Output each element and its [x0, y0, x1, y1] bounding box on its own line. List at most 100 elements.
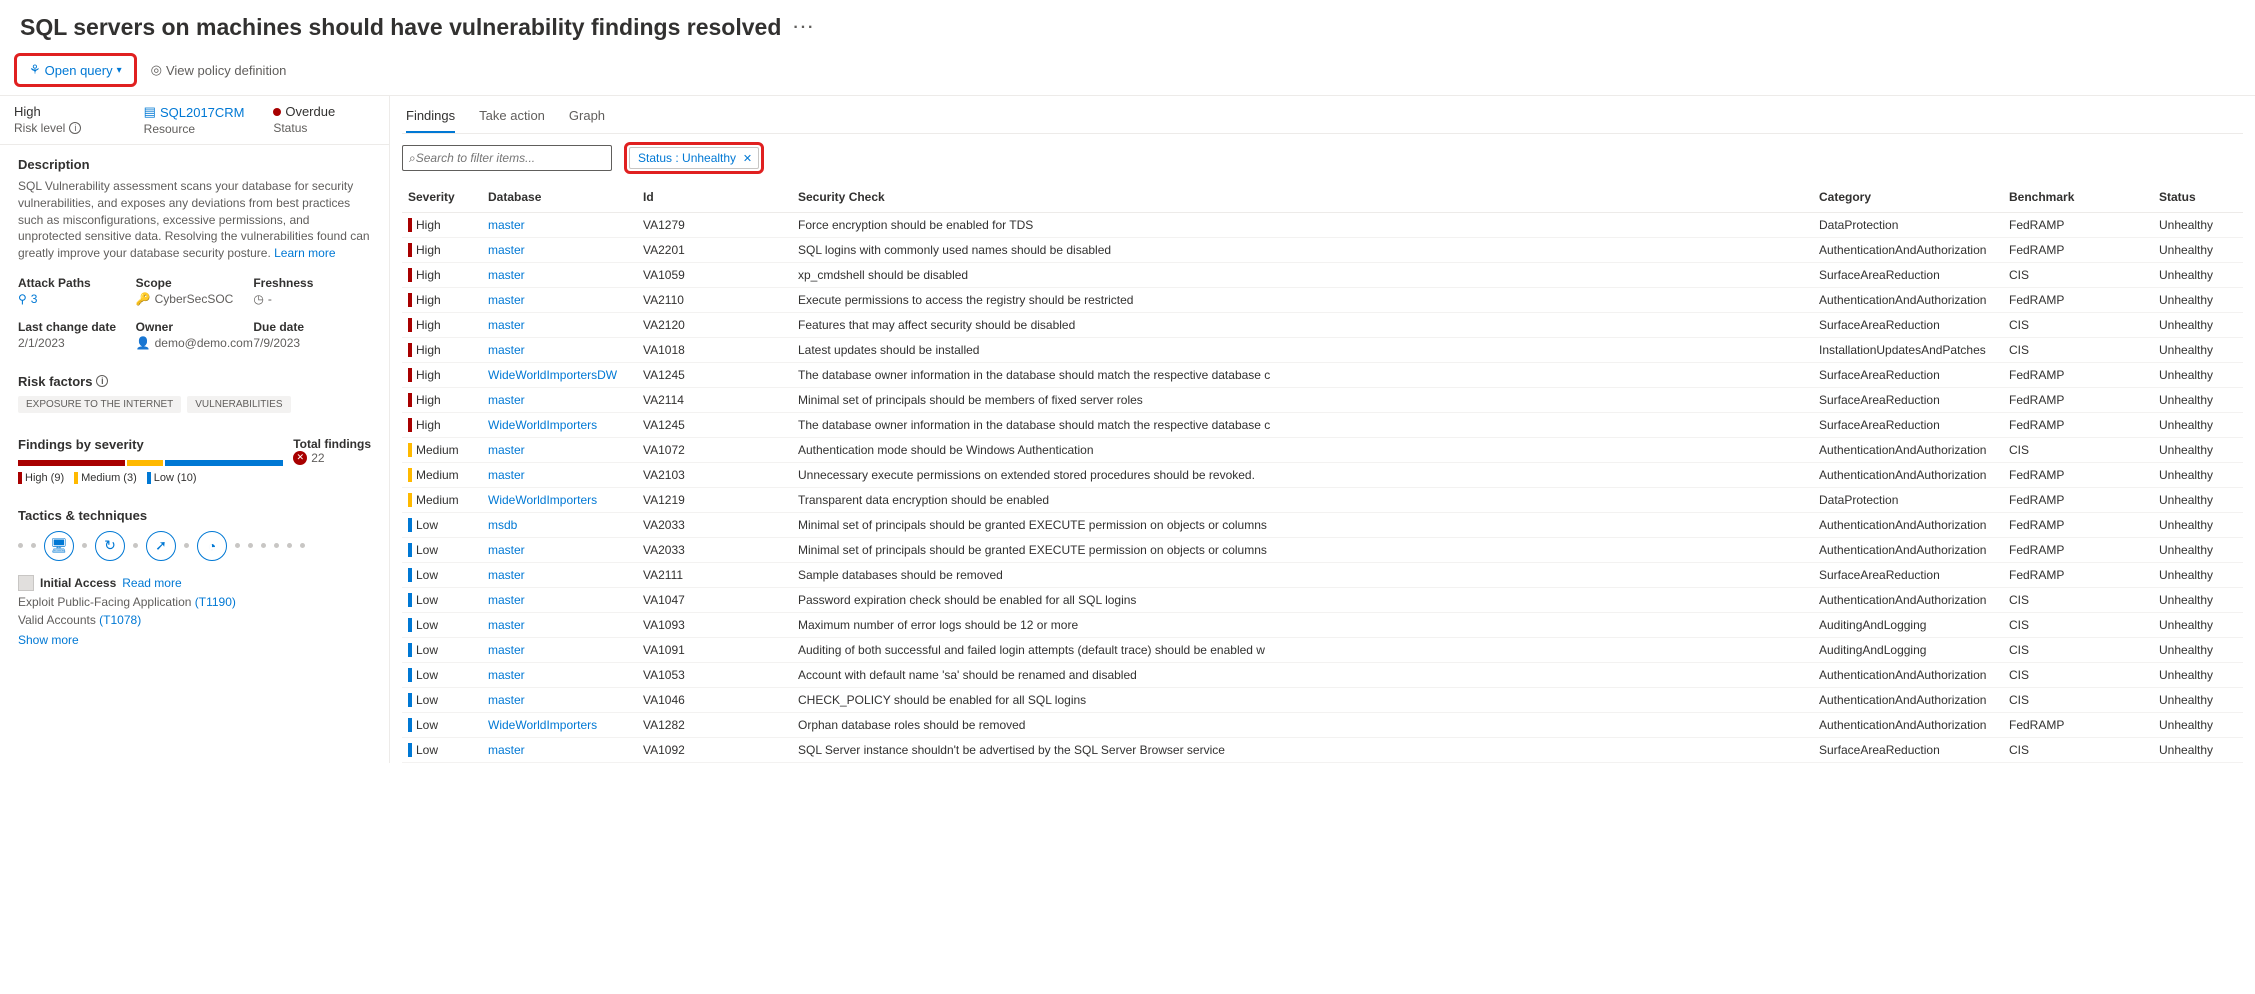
table-row[interactable]: HighWideWorldImportersDWVA1245The databa…: [402, 363, 2243, 388]
table-row[interactable]: HighmasterVA1279Force encryption should …: [402, 213, 2243, 238]
clear-filter-icon[interactable]: ✕: [743, 152, 752, 165]
cell-database[interactable]: WideWorldImportersDW: [482, 363, 637, 388]
view-policy-label: View policy definition: [166, 63, 286, 78]
cell-check: SQL Server instance shouldn't be adverti…: [792, 738, 1813, 763]
cell-category: AuditingAndLogging: [1813, 613, 2003, 638]
show-more-link[interactable]: Show more: [18, 633, 79, 647]
t1190-link[interactable]: (T1190): [195, 595, 236, 609]
cell-benchmark: CIS: [2003, 313, 2153, 338]
cell-database[interactable]: master: [482, 238, 637, 263]
open-query-label: Open query: [45, 63, 113, 78]
cell-database[interactable]: master: [482, 738, 637, 763]
cell-database[interactable]: master: [482, 463, 637, 488]
cell-database[interactable]: master: [482, 613, 637, 638]
cell-database[interactable]: master: [482, 438, 637, 463]
cell-severity: Low: [402, 613, 482, 638]
table-row[interactable]: LowmsdbVA2033Minimal set of principals s…: [402, 513, 2243, 538]
cell-database[interactable]: master: [482, 263, 637, 288]
cell-database[interactable]: master: [482, 338, 637, 363]
info-icon[interactable]: i: [69, 122, 81, 134]
col-id[interactable]: Id: [637, 182, 792, 213]
table-row[interactable]: LowmasterVA1093Maximum number of error l…: [402, 613, 2243, 638]
user-icon: 👤: [136, 336, 151, 350]
view-policy-link[interactable]: View policy definition: [151, 62, 287, 78]
cell-category: AuthenticationAndAuthorization: [1813, 513, 2003, 538]
cell-database[interactable]: master: [482, 288, 637, 313]
cell-benchmark: FedRAMP: [2003, 238, 2153, 263]
tactic-pie-icon[interactable]: ◔: [197, 531, 227, 561]
table-row[interactable]: LowmasterVA1047Password expiration check…: [402, 588, 2243, 613]
tactic-monitor-icon[interactable]: 🖥: [44, 531, 74, 561]
search-box[interactable]: ⌕: [402, 145, 612, 171]
col-database[interactable]: Database: [482, 182, 637, 213]
col-category[interactable]: Category: [1813, 182, 2003, 213]
open-query-highlight: Open query ▾: [14, 53, 137, 87]
table-row[interactable]: HighmasterVA2201SQL logins with commonly…: [402, 238, 2243, 263]
cell-database[interactable]: msdb: [482, 513, 637, 538]
cell-database[interactable]: WideWorldImporters: [482, 488, 637, 513]
col-severity[interactable]: Severity: [402, 182, 482, 213]
open-query-icon: [29, 62, 41, 78]
table-row[interactable]: HighmasterVA1059xp_cmdshell should be di…: [402, 263, 2243, 288]
col-status[interactable]: Status: [2153, 182, 2243, 213]
learn-more-link[interactable]: Learn more: [274, 246, 335, 260]
read-more-link[interactable]: Read more: [122, 576, 181, 590]
cell-benchmark: FedRAMP: [2003, 713, 2153, 738]
cell-severity: High: [402, 338, 482, 363]
status-filter-pill[interactable]: Status : Unhealthy ✕: [629, 147, 759, 169]
cell-benchmark: FedRAMP: [2003, 363, 2153, 388]
cell-database[interactable]: master: [482, 388, 637, 413]
cell-database[interactable]: master: [482, 538, 637, 563]
table-row[interactable]: HighmasterVA1018Latest updates should be…: [402, 338, 2243, 363]
chevron-down-icon: ▾: [117, 65, 122, 76]
cell-database[interactable]: master: [482, 213, 637, 238]
status: Overdue Status: [259, 96, 389, 144]
table-row[interactable]: LowmasterVA1053Account with default name…: [402, 663, 2243, 688]
cell-database[interactable]: master: [482, 638, 637, 663]
cell-check: Features that may affect security should…: [792, 313, 1813, 338]
cell-id: VA1072: [637, 438, 792, 463]
table-row[interactable]: MediumWideWorldImportersVA1219Transparen…: [402, 488, 2243, 513]
table-row[interactable]: LowmasterVA2033Minimal set of principals…: [402, 538, 2243, 563]
cell-database[interactable]: master: [482, 663, 637, 688]
initial-access-icon: [18, 575, 34, 591]
title-text: SQL servers on machines should have vuln…: [20, 14, 781, 41]
t1078-link[interactable]: (T1078): [99, 613, 141, 627]
cell-severity: Low: [402, 738, 482, 763]
description-heading: Description: [18, 157, 371, 172]
cell-database[interactable]: master: [482, 563, 637, 588]
table-row[interactable]: LowWideWorldImportersVA1282Orphan databa…: [402, 713, 2243, 738]
tab-findings[interactable]: Findings: [406, 104, 455, 133]
table-row[interactable]: MediummasterVA1072Authentication mode sh…: [402, 438, 2243, 463]
table-row[interactable]: HighmasterVA2120Features that may affect…: [402, 313, 2243, 338]
cell-severity: High: [402, 363, 482, 388]
table-row[interactable]: HighmasterVA2114Minimal set of principal…: [402, 388, 2243, 413]
table-row[interactable]: LowmasterVA1046CHECK_POLICY should be en…: [402, 688, 2243, 713]
cell-check: Minimal set of principals should be memb…: [792, 388, 1813, 413]
tab-graph[interactable]: Graph: [569, 104, 605, 133]
cell-status: Unhealthy: [2153, 388, 2243, 413]
cell-database[interactable]: WideWorldImporters: [482, 413, 637, 438]
more-icon[interactable]: ···: [793, 19, 815, 37]
cell-database[interactable]: master: [482, 313, 637, 338]
open-query-button[interactable]: Open query ▾: [19, 58, 132, 82]
cell-database[interactable]: master: [482, 688, 637, 713]
table-row[interactable]: LowmasterVA2111Sample databases should b…: [402, 563, 2243, 588]
tactic-rocket-icon[interactable]: ➚: [146, 531, 176, 561]
cell-database[interactable]: WideWorldImporters: [482, 713, 637, 738]
search-input[interactable]: [416, 151, 605, 165]
table-row[interactable]: HighmasterVA2110Execute permissions to a…: [402, 288, 2243, 313]
table-row[interactable]: MediummasterVA2103Unnecessary execute pe…: [402, 463, 2243, 488]
tactic-refresh-icon[interactable]: ↻: [95, 531, 125, 561]
col-security-check[interactable]: Security Check: [792, 182, 1813, 213]
cell-severity: Low: [402, 713, 482, 738]
resource-value[interactable]: ▤ SQL2017CRM: [144, 104, 246, 120]
cell-category: AuditingAndLogging: [1813, 638, 2003, 663]
table-row[interactable]: HighWideWorldImportersVA1245The database…: [402, 413, 2243, 438]
table-row[interactable]: LowmasterVA1092SQL Server instance shoul…: [402, 738, 2243, 763]
info-icon[interactable]: i: [96, 375, 108, 387]
cell-database[interactable]: master: [482, 588, 637, 613]
col-benchmark[interactable]: Benchmark: [2003, 182, 2153, 213]
table-row[interactable]: LowmasterVA1091Auditing of both successf…: [402, 638, 2243, 663]
tab-take-action[interactable]: Take action: [479, 104, 545, 133]
